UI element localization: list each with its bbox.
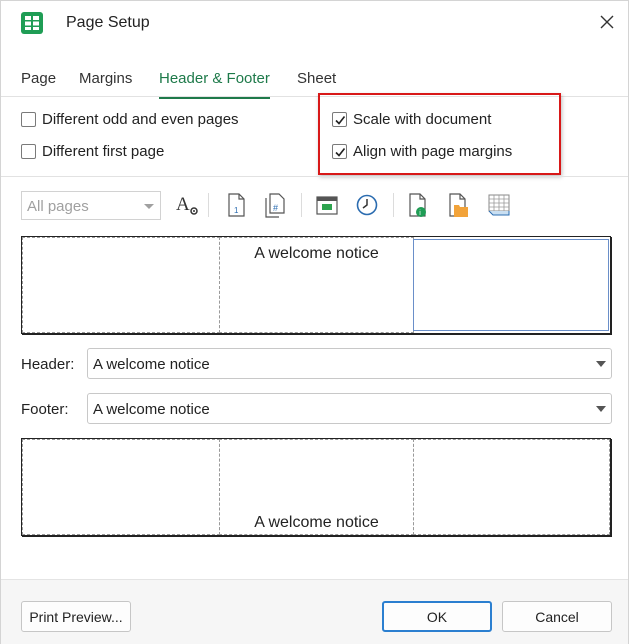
pages-select-value: All pages [27,198,89,215]
ok-button[interactable]: OK [382,601,492,632]
header-preview: A welcome notice [21,236,611,334]
svg-text:A: A [176,194,190,215]
chevron-down-icon [144,204,154,209]
footer-select-value: A welcome notice [93,401,210,418]
footer-preview: A welcome notice [21,438,611,536]
footer-label: Footer: [21,401,69,418]
close-button[interactable] [594,9,620,35]
checkmark-icon [334,147,345,157]
header-select-value: A welcome notice [93,356,210,373]
pages-select[interactable]: All pages [21,191,161,220]
print-preview-button[interactable]: Print Preview... [21,601,131,632]
header-select[interactable]: A welcome notice [87,348,612,379]
checkbox-label: Different odd and even pages [42,111,239,128]
tab-header-footer[interactable]: Header & Footer [159,70,270,99]
footer-select[interactable]: A welcome notice [87,393,612,424]
tab-margins[interactable]: Margins [79,70,132,97]
svg-text:1: 1 [234,206,239,215]
close-icon [600,15,614,29]
toolbar-separator [393,193,394,217]
toolbar-separator [301,193,302,217]
header-left-section[interactable] [22,237,220,333]
footer-center-section[interactable]: A welcome notice [219,439,414,535]
footer-left-section[interactable] [22,439,220,535]
file-name-icon[interactable] [444,190,472,220]
checkbox-box[interactable] [21,112,36,127]
date-icon[interactable] [313,190,341,220]
section-divider [1,176,628,177]
dialog-title: Page Setup [66,14,150,31]
checkbox-label: Different first page [42,143,165,160]
page-setup-dialog: Page Setup Page Margins Header & Footer … [0,0,629,644]
title-bar: Page Setup [1,1,628,45]
time-icon[interactable] [353,190,381,220]
sheet-name-icon[interactable] [485,190,513,220]
file-path-icon[interactable]: i [404,190,432,220]
font-format-icon[interactable]: A [173,190,201,220]
different-first-page-checkbox[interactable]: Different first page [21,143,164,160]
header-right-section[interactable] [413,239,609,331]
page-count-icon[interactable]: # [261,190,289,220]
header-center-section[interactable]: A welcome notice [219,237,414,333]
toolbar-separator [208,193,209,217]
header-label: Header: [21,356,75,373]
chevron-down-icon [596,406,606,412]
align-with-page-margins-checkbox[interactable]: Align with page margins [332,143,512,160]
highlight-annotation [318,93,561,175]
scale-with-document-checkbox[interactable]: Scale with document [332,111,491,128]
page-number-icon[interactable]: 1 [222,190,250,220]
footer-right-section[interactable] [413,439,610,535]
tab-page[interactable]: Page [21,70,56,97]
checkbox-box-checked[interactable] [332,112,347,127]
footer-center-text: A welcome notice [254,514,379,531]
different-odd-even-checkbox[interactable]: Different odd and even pages [21,111,239,128]
checkbox-label: Align with page margins [353,143,513,160]
dialog-button-bar: Print Preview... OK Cancel [1,579,628,644]
checkbox-label: Scale with document [353,111,492,128]
checkbox-box[interactable] [21,144,36,159]
checkbox-box-checked[interactable] [332,144,347,159]
checkmark-icon [334,115,345,125]
header-center-text: A welcome notice [254,245,379,262]
svg-text:#: # [273,203,278,213]
chevron-down-icon [596,361,606,367]
spreadsheet-app-icon [21,12,43,34]
cancel-button[interactable]: Cancel [502,601,612,632]
